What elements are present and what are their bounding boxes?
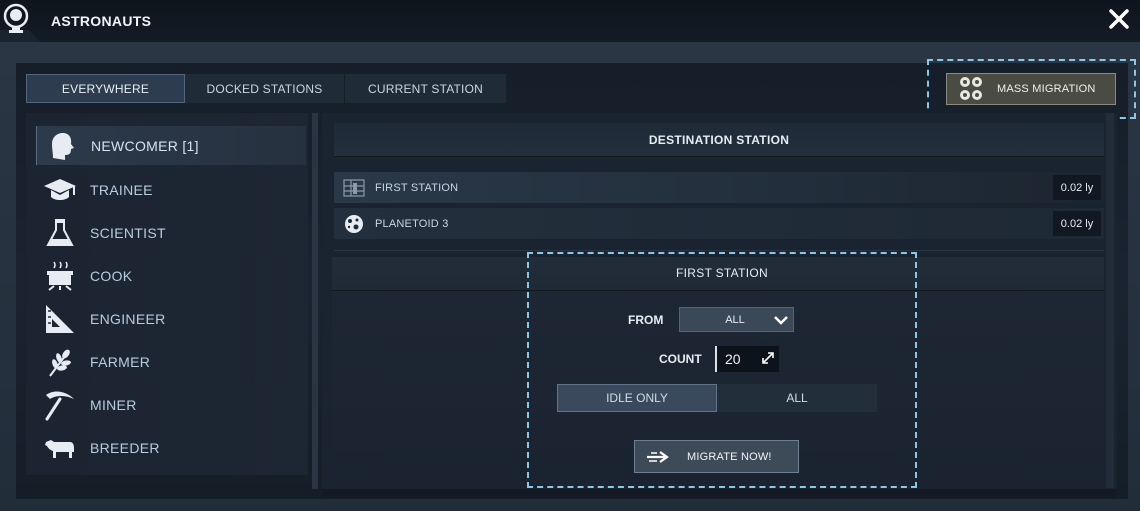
expand-icon[interactable]: [761, 351, 775, 365]
profession-list-scrollbar[interactable]: [312, 113, 318, 489]
destination-header: DESTINATION STATION: [334, 123, 1104, 157]
cooking-pot-icon: [47, 261, 73, 291]
profession-breeder[interactable]: BREEDER: [36, 428, 306, 467]
profession-cook[interactable]: COOK: [36, 256, 306, 295]
bottom-strip: [322, 489, 1117, 499]
window-title: ASTRONAUTS: [51, 13, 152, 29]
profession-trainee[interactable]: TRAINEE: [36, 170, 306, 209]
arrow-right-icon: [647, 450, 669, 463]
mass-migration-button[interactable]: MASS MIGRATION: [946, 73, 1116, 105]
destination-row-planetoid-3[interactable]: PLANETOID 3 0.02 ly: [334, 208, 1104, 239]
tab-everywhere[interactable]: EVERYWHERE: [26, 74, 185, 103]
migration-panel-title: FIRST STATION: [676, 266, 768, 280]
tab-docked-stations[interactable]: DOCKED STATIONS: [185, 74, 345, 103]
astronaut-group-icon: [960, 77, 982, 100]
pickaxe-icon: [45, 391, 74, 420]
migrate-now-button[interactable]: MIGRATE NOW!: [634, 440, 799, 473]
tab-current-station[interactable]: CURRENT STATION: [345, 74, 506, 103]
head-icon: [52, 132, 74, 160]
toggle-idle-only[interactable]: IDLE ONLY: [557, 384, 717, 412]
migrate-now-label: MIGRATE NOW!: [687, 450, 772, 463]
distance-value: 0.02 ly: [1053, 175, 1101, 200]
profession-farmer[interactable]: FARMER: [36, 342, 306, 381]
profession-miner[interactable]: MINER: [36, 385, 306, 424]
toggle-all[interactable]: ALL: [717, 384, 877, 412]
planetoid-icon: [345, 214, 363, 233]
flask-icon: [46, 218, 74, 246]
station-icon: [343, 178, 365, 197]
mass-migration-label: MASS MIGRATION: [997, 83, 1096, 95]
profession-engineer[interactable]: ENGINEER: [36, 299, 306, 338]
cow-icon: [45, 439, 74, 458]
destination-row-first-station[interactable]: FIRST STATION 0.02 ly: [334, 172, 1104, 203]
distance-value: 0.02 ly: [1053, 211, 1101, 236]
title-bar: [0, 0, 1140, 42]
from-label: FROM: [628, 313, 664, 327]
from-dropdown[interactable]: ALL: [679, 307, 794, 332]
destination-scrollbar[interactable]: [1106, 113, 1114, 488]
count-input[interactable]: 20: [715, 346, 779, 372]
chevron-down-icon: [774, 316, 788, 325]
close-icon[interactable]: [1108, 8, 1130, 30]
location-tabs: EVERYWHERE DOCKED STATIONS CURRENT STATI…: [26, 74, 506, 103]
count-label: COUNT: [659, 352, 702, 366]
profession-newcomer[interactable]: NEWCOMER [1]: [36, 126, 306, 165]
count-value: 20: [725, 351, 741, 367]
profession-scientist[interactable]: SCIENTIST: [36, 213, 306, 252]
graduation-cap-icon: [44, 178, 76, 200]
wheat-icon: [49, 349, 71, 377]
astronaut-helmet-icon: [0, 0, 34, 40]
set-square-icon: [46, 304, 74, 333]
divider: [334, 250, 1104, 251]
